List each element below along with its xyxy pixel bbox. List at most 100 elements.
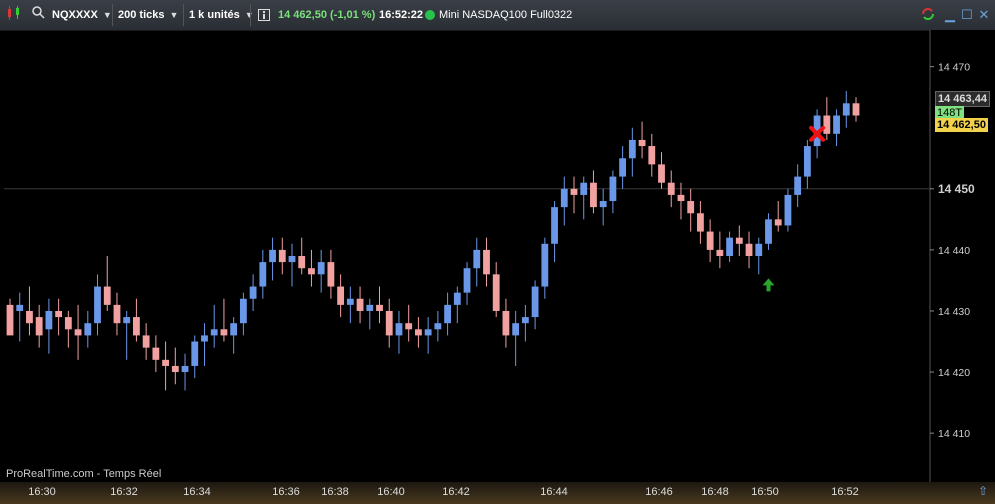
x-tick-label: 16:42 <box>442 486 470 498</box>
candle-body <box>327 262 335 287</box>
maximize-icon[interactable]: ☐ <box>959 7 975 23</box>
scroll-up-icon[interactable]: ⇧ <box>975 484 991 500</box>
candle-body <box>551 207 558 244</box>
candlestick-icon[interactable] <box>6 5 22 25</box>
price-high-label: 14 463,44 <box>935 91 990 107</box>
candle-body <box>181 365 189 373</box>
x-tick-label: 16:34 <box>183 486 211 498</box>
candle-body <box>152 347 160 360</box>
candle-body <box>716 249 724 256</box>
candle-body <box>239 298 247 324</box>
candle-body <box>687 201 695 214</box>
candle-body <box>376 304 383 311</box>
candle-body <box>434 323 442 330</box>
candle-body <box>473 249 481 269</box>
candle-body <box>201 335 208 342</box>
price-tick-label: 14 410 <box>938 428 970 440</box>
x-tick-label: 16:44 <box>540 486 568 498</box>
chevron-down-icon: ▼ <box>102 10 112 20</box>
x-tick-label: 16:50 <box>751 486 779 498</box>
candle-body <box>269 249 276 263</box>
candle-body <box>171 365 179 373</box>
close-icon[interactable]: ✕ <box>976 7 992 23</box>
candle-body <box>288 256 296 263</box>
candle-body <box>64 317 72 330</box>
x-tick-label: 16:30 <box>28 486 56 498</box>
candle-body <box>842 103 850 116</box>
candle-body <box>259 262 267 287</box>
candle-body <box>308 268 315 275</box>
candle-body <box>628 139 636 159</box>
candle-body <box>502 310 510 336</box>
candle-body <box>667 182 675 195</box>
candle-body <box>298 256 306 269</box>
x-tick-label: 16:52 <box>831 486 859 498</box>
buy-arrow-icon <box>762 278 775 292</box>
candle-body <box>823 115 831 134</box>
candle-body <box>852 103 860 116</box>
candle-body <box>55 310 63 318</box>
candle-body <box>745 243 753 256</box>
candle-body <box>492 274 500 311</box>
chart-toolbar: NQXXXX▼ 200 ticks▼ 1 k unités▼ 14 462,50… <box>0 0 995 31</box>
candle-body <box>6 304 14 336</box>
candle-body <box>765 219 772 244</box>
candle-body <box>648 146 656 165</box>
price-tick-label: 14 470 <box>938 62 970 74</box>
candle-body <box>366 304 374 311</box>
candle-body <box>94 286 101 324</box>
candle-body <box>483 249 490 275</box>
candle-body <box>794 176 802 195</box>
candle-body <box>45 310 53 330</box>
clock-time: 16:52:22 <box>379 9 424 21</box>
candle-body <box>619 158 627 177</box>
candle-body <box>26 310 33 324</box>
candle-body <box>133 317 140 336</box>
candle-body <box>103 286 111 305</box>
candle-body <box>444 304 451 324</box>
candle-body <box>784 194 792 226</box>
candle-body <box>16 304 24 311</box>
info-icon[interactable] <box>258 5 270 25</box>
candle-body <box>658 164 665 183</box>
candle-body <box>560 188 568 208</box>
candle-body <box>453 292 461 305</box>
candle-body <box>230 323 238 336</box>
candle-body <box>833 115 840 134</box>
sync-icon[interactable] <box>920 7 936 23</box>
chevron-down-icon: ▼ <box>169 10 179 20</box>
candle-body <box>337 286 345 305</box>
candle-body <box>35 317 43 336</box>
candle-body <box>580 182 588 195</box>
candle-body <box>590 182 597 208</box>
candle-body <box>278 249 286 263</box>
ticks-selector[interactable]: 200 ticks ▼ <box>118 5 178 25</box>
price-chart[interactable]: 14 470 14 450 14 440 14 430 14 420 14 410 <box>0 30 995 482</box>
x-tick-label: 16:38 <box>321 486 349 498</box>
watermark: ProRealTime.com - Temps Réel <box>6 468 162 480</box>
minimize-icon[interactable]: ▁ <box>942 7 958 23</box>
symbol-selector[interactable]: NQXXXX ▼ <box>52 5 112 25</box>
candle-body <box>249 286 257 299</box>
candle-body <box>706 231 714 250</box>
candle-body <box>385 310 393 336</box>
candle-body <box>317 262 325 275</box>
candle-body <box>356 298 364 311</box>
market-status-icon <box>425 10 435 20</box>
candle-body <box>521 317 529 324</box>
candle-body <box>210 329 218 336</box>
candle-body <box>735 237 743 244</box>
candle-body <box>142 335 150 348</box>
price-tick-label: 14 440 <box>938 245 970 257</box>
candle-body <box>677 194 685 202</box>
candle-body <box>424 329 432 336</box>
candle-body <box>803 146 811 177</box>
candle-body <box>123 317 131 324</box>
units-selector[interactable]: 1 k unités▼ <box>189 5 254 25</box>
candle-body <box>599 201 607 208</box>
candle-body <box>395 323 403 336</box>
search-icon[interactable] <box>31 5 45 25</box>
candle-body <box>697 213 704 232</box>
candle-body <box>346 298 354 305</box>
candle-body <box>220 329 228 336</box>
